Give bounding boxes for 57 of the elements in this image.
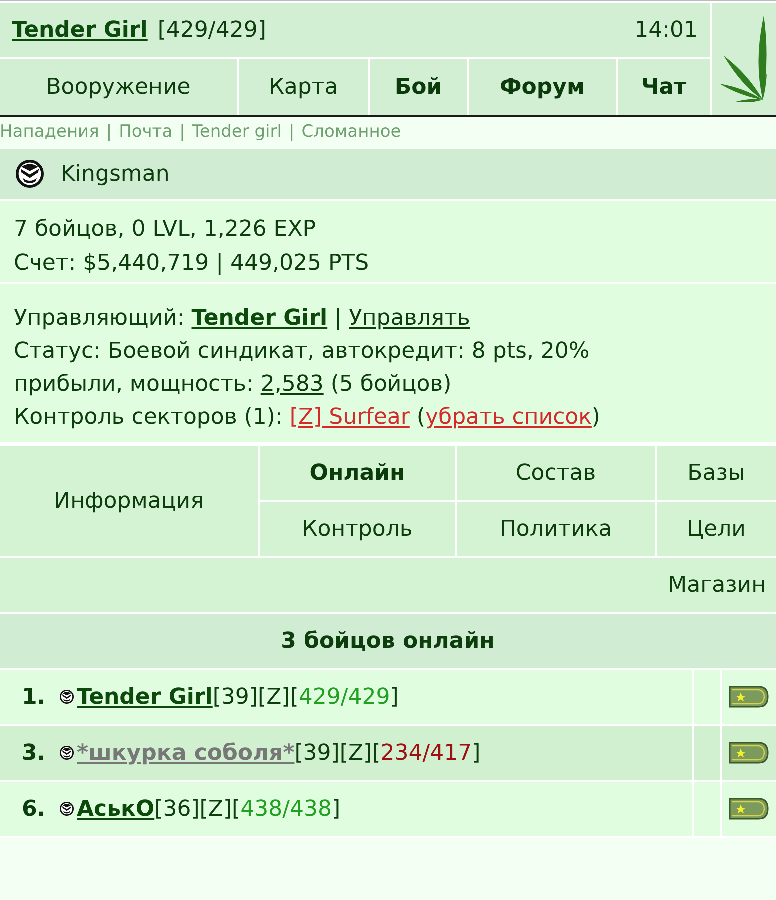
player-hp: [429/429] — [158, 16, 266, 44]
member-emblem-icon — [60, 746, 74, 760]
nav-tab[interactable]: Форум — [469, 59, 616, 115]
manager-line: Управляющий: Tender Girl | Управлять — [14, 305, 472, 333]
member-name-link[interactable]: *шкурка соболя* — [77, 736, 295, 770]
leaf-icon — [720, 16, 768, 102]
shoulder-strap-icon — [729, 798, 769, 820]
clan-name: Kingsman — [61, 160, 170, 188]
nav-tab[interactable]: Чат — [618, 59, 710, 115]
clan-stat: Счет: $5,440,719 | 449,025 PTS — [14, 250, 370, 278]
clan-menu-item[interactable]: Контроль — [260, 502, 455, 556]
power-link[interactable]: 2,583 — [260, 372, 324, 397]
status-text: Статус: Боевой синдикат, автокредит: 8 pts, 20% прибыли, мощность: 2,583 (5 бойцов) — [14, 338, 591, 399]
member-number: 3. — [22, 740, 47, 768]
nav-tab[interactable]: Бой — [370, 59, 467, 115]
clan-menu-item[interactable]: Политика — [457, 502, 655, 556]
member-faction: [Z] — [340, 740, 372, 768]
clan-menu-item[interactable]: Состав — [457, 446, 655, 500]
empty-cell — [694, 782, 720, 836]
sector-link[interactable]: [Z] Surfear — [290, 405, 410, 430]
member-hp: [234/417] — [372, 740, 481, 768]
remove-list-link[interactable]: убрать список — [425, 405, 592, 430]
clan-menu-item[interactable]: Онлайн — [260, 446, 455, 500]
member-name-link[interactable]: Tender Girl — [77, 680, 213, 714]
sectors-line: Контроль секторов (1): [Z] Surfear (убрать список) — [14, 404, 602, 432]
member-faction: [Z] — [200, 796, 232, 824]
member-hp: [438/438] — [232, 796, 341, 824]
member-level: [39] — [212, 684, 258, 712]
shoulder-strap-icon — [729, 742, 769, 764]
online-header: 3 бойцов онлайн — [0, 614, 776, 668]
player-name-link[interactable]: Tender Girl — [12, 14, 148, 46]
manage-link[interactable]: Управлять — [349, 306, 470, 331]
clock-time: 14:01 — [634, 16, 698, 44]
member-number: 1. — [22, 684, 47, 712]
shoulder-strap-icon — [729, 686, 769, 708]
clan-emblem-icon — [16, 160, 44, 188]
member-number: 6. — [22, 796, 47, 824]
clan-menu-item[interactable]: Магазин — [0, 558, 776, 612]
nav-tab[interactable]: Карта — [239, 59, 368, 115]
empty-cell — [694, 726, 720, 780]
nav-tab[interactable]: Вооружение — [0, 59, 237, 115]
link-separator: | — [288, 121, 295, 144]
member-hp: [429/429] — [290, 684, 399, 712]
member-name-link[interactable]: АськО — [77, 792, 155, 826]
link-separator: | — [180, 121, 186, 144]
manager-link[interactable]: Tender Girl — [192, 306, 328, 331]
empty-cell — [694, 670, 720, 724]
member-emblem-icon — [60, 802, 74, 816]
clan-menu-item[interactable]: Информация — [0, 446, 258, 556]
member-level: [36] — [154, 796, 200, 824]
member-emblem-icon — [60, 690, 74, 704]
clan-menu-item[interactable]: Цели — [657, 502, 776, 556]
member-faction: [Z] — [258, 684, 290, 712]
member-level: [39] — [294, 740, 340, 768]
clan-stat: 7 бойцов, 0 LVL, 1,226 EXP — [14, 216, 318, 244]
clan-menu-item[interactable]: Базы — [657, 446, 776, 500]
link-separator: | — [106, 121, 112, 144]
